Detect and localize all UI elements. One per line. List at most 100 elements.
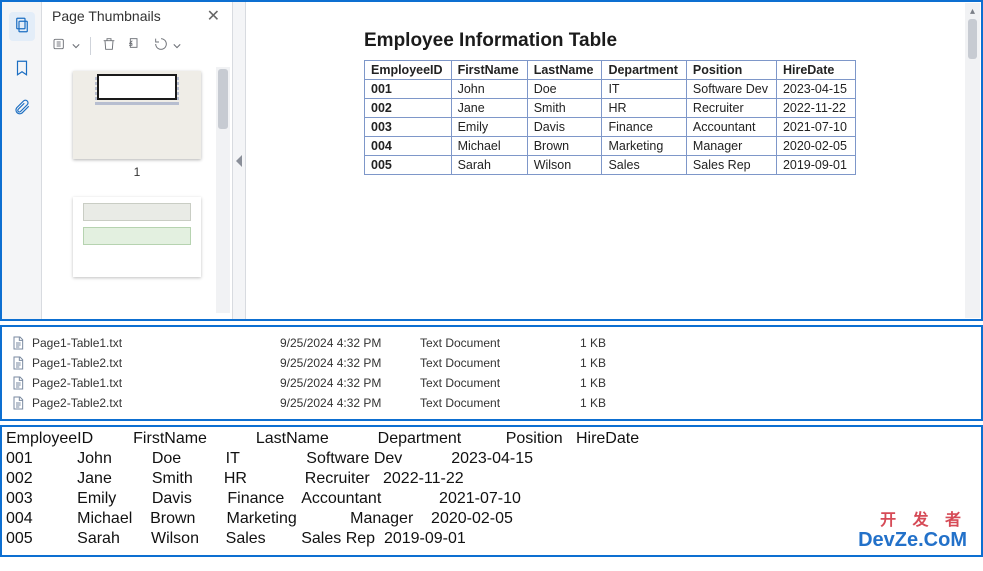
options-icon xyxy=(52,36,68,52)
table-header-row: EmployeeID FirstName LastName Department… xyxy=(365,61,856,80)
file-date: 9/25/2024 4:32 PM xyxy=(280,396,420,410)
cell-dept: Finance xyxy=(602,118,686,137)
cell-dept: IT xyxy=(602,80,686,99)
cell-id: 002 xyxy=(365,99,452,118)
chevron-down-icon xyxy=(173,42,181,50)
thumbnails-scrollbar[interactable] xyxy=(216,67,230,313)
employee-table: EmployeeID FirstName LastName Department… xyxy=(364,60,856,175)
file-list-panel: Page1-Table1.txt9/25/2024 4:32 PMText Do… xyxy=(0,325,983,421)
col-department: Department xyxy=(602,61,686,80)
document-title: Employee Information Table xyxy=(364,30,971,52)
file-name: Page1-Table2.txt xyxy=(32,356,122,370)
text-data-row: 001 John Doe IT Software Dev 2023-04-15 xyxy=(6,449,973,469)
file-name: Page2-Table2.txt xyxy=(32,396,122,410)
cell-dept: HR xyxy=(602,99,686,118)
file-name: Page2-Table1.txt xyxy=(32,376,122,390)
cell-pos: Recruiter xyxy=(686,99,776,118)
cell-pos: Software Dev xyxy=(686,80,776,99)
cell-pos: Accountant xyxy=(686,118,776,137)
text-data-row: 005 Sarah Wilson Sales Sales Rep 2019-09… xyxy=(6,529,973,549)
text-file-icon xyxy=(10,335,26,351)
file-row[interactable]: Page2-Table1.txt9/25/2024 4:32 PMText Do… xyxy=(10,373,981,393)
table-row: 001JohnDoeITSoftware Dev2023-04-15 xyxy=(365,80,856,99)
cell-hire: 2022-11-22 xyxy=(776,99,855,118)
text-data-row: 004 Michael Brown Marketing Manager 2020… xyxy=(6,509,973,529)
attachments-tab[interactable] xyxy=(13,98,31,119)
thumbnails-tab[interactable] xyxy=(9,12,35,41)
page-thumbnail-1[interactable]: 1 xyxy=(73,71,201,179)
bookmark-tab[interactable] xyxy=(13,59,31,80)
nav-rail xyxy=(2,2,42,319)
cell-hire: 2020-02-05 xyxy=(776,137,855,156)
table-row: 005SarahWilsonSalesSales Rep2019-09-01 xyxy=(365,156,856,175)
file-type: Text Document xyxy=(420,336,580,350)
trash-icon xyxy=(101,36,117,52)
cell-id: 001 xyxy=(365,80,452,99)
cell-fn: Michael xyxy=(451,137,527,156)
cell-fn: John xyxy=(451,80,527,99)
file-type: Text Document xyxy=(420,396,580,410)
delete-page-button[interactable] xyxy=(101,36,117,55)
text-file-icon xyxy=(10,395,26,411)
file-date: 9/25/2024 4:32 PM xyxy=(280,376,420,390)
text-output-panel: EmployeeID FirstName LastName Department… xyxy=(0,425,983,557)
col-employeeid: EmployeeID xyxy=(365,61,452,80)
cell-dept: Marketing xyxy=(602,137,686,156)
file-row[interactable]: Page1-Table1.txt9/25/2024 4:32 PMText Do… xyxy=(10,333,981,353)
file-size: 1 KB xyxy=(580,336,640,350)
file-type: Text Document xyxy=(420,356,580,370)
cell-hire: 2021-07-10 xyxy=(776,118,855,137)
file-size: 1 KB xyxy=(580,396,640,410)
file-date: 9/25/2024 4:32 PM xyxy=(280,336,420,350)
col-position: Position xyxy=(686,61,776,80)
thumbnails-toolbar xyxy=(42,32,232,61)
rotate-button[interactable] xyxy=(153,36,169,55)
text-data-row: 003 Emily Davis Finance Accountant 2021-… xyxy=(6,489,973,509)
cell-ln: Brown xyxy=(527,137,602,156)
thumbnails-title: Page Thumbnails xyxy=(52,8,161,24)
page-thumbnail-2[interactable] xyxy=(73,197,201,277)
thumbnails-body: 1 xyxy=(42,61,232,319)
cell-id: 003 xyxy=(365,118,452,137)
document-view[interactable]: Employee Information Table EmployeeID Fi… xyxy=(246,2,981,319)
paperclip-icon xyxy=(13,98,31,116)
cell-id: 005 xyxy=(365,156,452,175)
file-size: 1 KB xyxy=(580,376,640,390)
text-data-row: 002 Jane Smith HR Recruiter 2022-11-22 xyxy=(6,469,973,489)
text-header-row: EmployeeID FirstName LastName Department… xyxy=(6,429,973,449)
cell-fn: Jane xyxy=(451,99,527,118)
file-row[interactable]: Page2-Table2.txt 9/25/2024 4:32 PMText Do… xyxy=(10,393,981,413)
col-hiredate: HireDate xyxy=(776,61,855,80)
table-row: 003EmilyDavisFinanceAccountant2021-07-10 xyxy=(365,118,856,137)
thumbnails-header: Page Thumbnails ✕ xyxy=(42,2,232,32)
options-button[interactable] xyxy=(52,36,68,55)
cell-ln: Smith xyxy=(527,99,602,118)
thumbnails-pane: Page Thumbnails ✕ 1 xyxy=(42,2,232,319)
pdf-viewer-panel: Page Thumbnails ✕ 1 xyxy=(0,0,983,321)
table-row: 002JaneSmithHRRecruiter2022-11-22 xyxy=(365,99,856,118)
scroll-up-icon[interactable]: ▴ xyxy=(965,5,980,17)
cell-dept: Sales xyxy=(602,156,686,175)
insert-icon xyxy=(127,36,143,52)
rotate-icon xyxy=(153,36,169,52)
col-lastname: LastName xyxy=(527,61,602,80)
close-thumbnails-button[interactable]: ✕ xyxy=(203,6,224,26)
col-firstname: FirstName xyxy=(451,61,527,80)
bookmark-icon xyxy=(13,59,31,77)
cell-fn: Emily xyxy=(451,118,527,137)
cell-hire: 2023-04-15 xyxy=(776,80,855,99)
file-date: 9/25/2024 4:32 PM xyxy=(280,356,420,370)
cell-hire: 2019-09-01 xyxy=(776,156,855,175)
file-size: 1 KB xyxy=(580,356,640,370)
cell-pos: Sales Rep xyxy=(686,156,776,175)
page-thumbnails-icon xyxy=(13,16,31,34)
chevron-down-icon xyxy=(72,42,80,50)
splitter-handle[interactable] xyxy=(232,2,246,319)
file-row[interactable]: Page1-Table2.txt 9/25/2024 4:32 PMText Do… xyxy=(10,353,981,373)
cell-id: 004 xyxy=(365,137,452,156)
page-number-label: 1 xyxy=(73,165,201,179)
document-scrollbar[interactable]: ▴ xyxy=(965,3,980,318)
insert-page-button[interactable] xyxy=(127,36,143,55)
text-file-icon xyxy=(10,355,26,371)
cell-fn: Sarah xyxy=(451,156,527,175)
